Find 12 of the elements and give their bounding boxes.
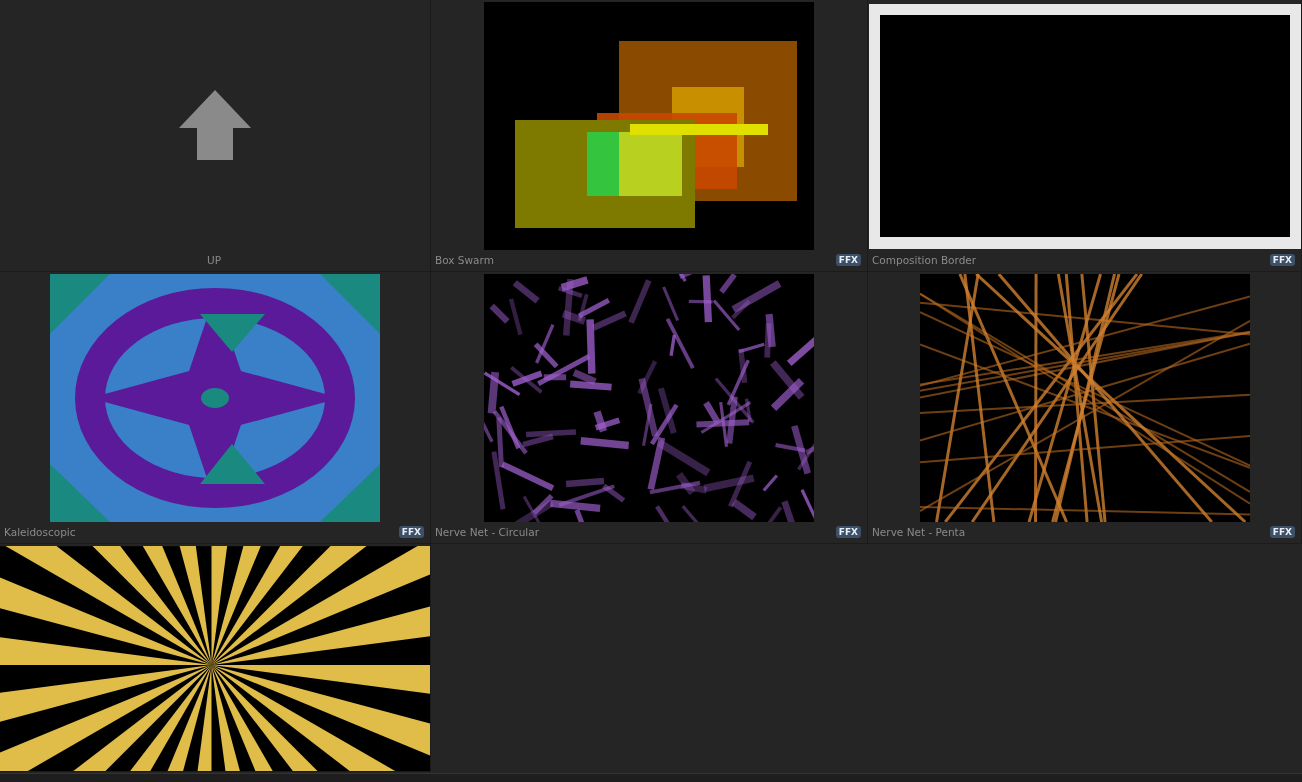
ffx-badge: FFX xyxy=(835,254,861,266)
ffx-badge: FFX xyxy=(1269,254,1295,266)
tile-label: UP xyxy=(207,254,221,266)
tile-label: Composition Border xyxy=(872,254,977,266)
ffx-badge: FFX xyxy=(1269,526,1295,538)
ffx-badge: FFX xyxy=(398,526,424,538)
tile-label: Box Swarm xyxy=(435,254,494,266)
tile-label: Nerve Net - Circular xyxy=(435,526,539,538)
ffx-badge: FFX xyxy=(835,526,861,538)
up-arrow-icon xyxy=(179,89,251,160)
tile-label: Nerve Net - Penta xyxy=(872,526,966,538)
tile-label: Kaleidoscopic xyxy=(4,526,76,538)
